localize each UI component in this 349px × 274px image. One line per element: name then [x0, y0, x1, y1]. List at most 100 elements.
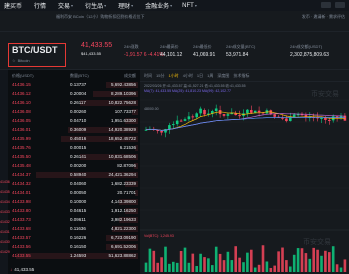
volume-bar — [195, 266, 198, 272]
stat-label: 24h涨跌 — [124, 44, 139, 49]
price-strip: 41436 41435 41434 41433 41432 41431 41430 41429 — [0, 70, 10, 274]
order-price: 41436.08 — [12, 109, 31, 114]
order-row[interactable]: 41434.32 0.04060 1,682.23339 — [10, 181, 138, 188]
order-price: 41433.56 — [12, 244, 31, 249]
order-row[interactable]: 41436.15 0.13737 5,692.43856 — [10, 82, 138, 89]
order-total: 107.73377 — [114, 109, 136, 114]
volume-bar — [320, 255, 323, 272]
symbol-selector[interactable]: BTC/USDT ☆ Bitcoin — [8, 43, 66, 67]
order-row[interactable]: 41433.73 0.09611 3,982.19633 — [10, 217, 138, 224]
order-amount: 0.09611 — [70, 217, 86, 222]
volume-bar — [199, 253, 202, 272]
volume-bar — [168, 263, 171, 272]
order-row[interactable]: 41434.37 0.58940 24,421.36294 — [10, 172, 138, 179]
strip-tick: 41434 — [0, 200, 10, 204]
volume-bar — [308, 258, 312, 272]
star-icon[interactable]: ☆ — [12, 58, 16, 63]
order-row[interactable]: 41433.56 0.16150 6,691.52006 — [10, 244, 138, 251]
order-row[interactable]: 41435.99 0.45016 18,652.45722 — [10, 136, 138, 143]
col-amount: 数量(BTC) — [70, 73, 89, 78]
order-row[interactable]: 41436.10 0.26117 10,822.75628 — [10, 100, 138, 107]
volume-bar — [214, 246, 218, 272]
nav-item-0[interactable]: 建买币 — [4, 1, 22, 10]
volume-bar — [152, 250, 156, 272]
register-button[interactable] — [335, 2, 345, 8]
order-total: 5,692.43856 — [110, 82, 136, 87]
order-price: 41433.80 — [12, 208, 31, 213]
order-row[interactable]: 41436.01 0.36009 14,920.38929 — [10, 127, 138, 134]
nav-item-6[interactable]: NFT ▾ — [182, 3, 197, 9]
nav-item-label: 金融业务 — [145, 4, 170, 10]
announcement-links[interactable]: 发币 · 邀请新 · 需求评估 — [302, 14, 345, 20]
volume-label: Vol(BTC): 1,245.93 — [144, 234, 174, 238]
nav-item-2[interactable]: 交易 ▾ — [58, 1, 73, 10]
order-amount: 0.45016 — [70, 136, 87, 141]
volume-bar — [191, 253, 195, 272]
order-amount: 0.16226 — [70, 235, 87, 240]
nav-item-4[interactable]: 理财 ▾ — [118, 1, 133, 10]
order-total: 8,289.10396 — [110, 91, 136, 96]
candle-body — [195, 113, 198, 118]
order-row[interactable]: 41433.68 0.11636 4,821.22300 — [10, 226, 138, 233]
order-total: 24,421.36294 — [108, 172, 136, 177]
candle-body — [160, 131, 163, 133]
stat-label: 24h最低价 — [193, 44, 212, 49]
order-row[interactable]: 41435.76 0.00015 6.21536 — [10, 145, 138, 152]
candle-body — [183, 119, 187, 121]
order-row[interactable]: 41436.08 0.00260 107.73377 — [10, 109, 138, 116]
order-row[interactable]: 41436.12 0.20004 8,289.10396 — [10, 91, 138, 98]
volume-bar — [285, 260, 288, 272]
volume-bar — [343, 259, 347, 272]
order-amount: 0.00015 — [70, 145, 87, 150]
login-button[interactable] — [321, 2, 331, 8]
last-price-usd: $41,433.55 — [81, 51, 102, 56]
order-total: 6,691.52006 — [110, 244, 136, 249]
candle-body — [285, 118, 288, 122]
strip-tick: 41433 — [0, 210, 10, 214]
announcement-text[interactable]: 福利币安 BCoin（12小）购物折扣回到价格近位下 — [56, 14, 144, 20]
candle-body — [328, 119, 331, 121]
volume-bar — [331, 246, 335, 272]
order-book-last-price: ↓ 41,433.55 — [10, 267, 34, 272]
order-price: 41435.76 — [12, 145, 31, 150]
nav-item-1[interactable]: 行情 — [34, 1, 46, 10]
candle-body — [320, 117, 323, 119]
order-row[interactable]: 41436.05 0.04710 1,951.63300 — [10, 118, 138, 125]
volume-bar — [179, 250, 183, 272]
candle-body — [199, 108, 202, 114]
order-row[interactable]: 41435.50 0.26141 10,831.68506 — [10, 154, 138, 161]
volume-value: Vol(BTC): 1,245.93 — [144, 234, 174, 238]
chart-panel: 时间 15分 1小时 4小时 1日 1周 深度图 技术指标 2022/03/26 开:41,4… — [140, 70, 349, 274]
announcement-bar: 福利币安 BCoin（12小）购物折扣回到价格近位下 发币 · 邀请新 · 需求… — [0, 11, 349, 32]
order-price: 41436.15 — [12, 82, 31, 87]
stat-label: 24h最高价 — [160, 44, 179, 49]
order-row[interactable]: 41435.48 0.00200 82.87096 — [10, 163, 138, 170]
symbol-label: BTC/USDT — [12, 45, 58, 55]
stat-3: 24h成交量(BTC) 53,971.84 — [226, 44, 255, 58]
candle-body — [281, 117, 284, 119]
nav-item-3[interactable]: 衍生品 ▾ — [85, 1, 106, 10]
candle-body — [214, 108, 218, 111]
candlestick-chart[interactable] — [140, 70, 349, 274]
order-book-header: 价格(USDT) 数量(BTC) 成交额 — [10, 73, 138, 79]
order-row[interactable]: 41434.01 0.00050 20.71701 — [10, 190, 138, 197]
order-price: 41435.50 — [12, 154, 31, 159]
order-amount: 0.26117 — [70, 100, 86, 105]
candle-body — [226, 114, 230, 116]
chevron-down-icon: ▾ — [71, 3, 74, 8]
order-amount: 0.26141 — [70, 154, 87, 159]
last-price-value: 41,433.55 — [81, 42, 113, 49]
candle-body — [222, 114, 226, 116]
nav-right-controls — [321, 2, 345, 8]
order-amount: 0.04615 — [70, 208, 87, 213]
nav-item-label: 理财 — [118, 4, 131, 10]
order-row[interactable]: 41433.80 0.04615 1,912.16250 — [10, 208, 138, 215]
nav-item-5[interactable]: 金融业务 ▾ — [145, 1, 172, 10]
last-price: 41,433.55 $41,433.55 — [81, 42, 112, 56]
order-amount: 0.04060 — [70, 181, 87, 186]
stat-2: 24h最低价 41,069.91 — [193, 44, 215, 58]
volume-bar — [269, 267, 273, 272]
order-row[interactable]: 41433.57 0.16226 6,723.09190 — [10, 235, 138, 242]
order-row[interactable]: 41433.55 1.24593 51,623.88862 — [10, 253, 138, 260]
order-row[interactable]: 41433.98 0.10000 4,143.39800 — [10, 199, 138, 206]
